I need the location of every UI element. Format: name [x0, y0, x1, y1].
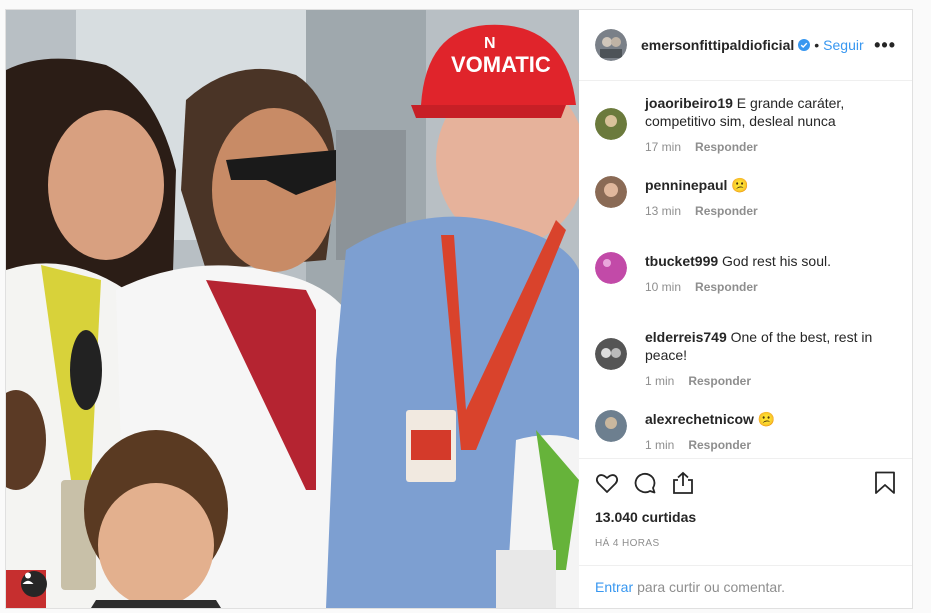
reply-button[interactable]: Responder — [688, 374, 751, 388]
comment-meta: 1 min Responder — [645, 374, 898, 388]
comment-username[interactable]: elderreis749 — [645, 329, 727, 345]
separator-dot: • — [814, 37, 820, 53]
bookmark-icon[interactable] — [874, 471, 896, 495]
comment-username[interactable]: penninepaul — [645, 177, 727, 193]
user-tag-icon[interactable] — [21, 571, 47, 597]
commenter-avatar[interactable] — [595, 338, 627, 370]
reply-button[interactable]: Responder — [695, 204, 758, 218]
post-timestamp: HÁ 4 HORAS — [595, 538, 660, 549]
cap-logo: VOMATIC — [451, 52, 551, 77]
likes-count[interactable]: 13.040 curtidas — [595, 509, 896, 525]
login-prompt: Entrar para curtir ou comentar. — [579, 565, 912, 608]
like-icon[interactable] — [595, 471, 619, 495]
comment-time: 17 min — [645, 140, 682, 154]
post-actions: 13.040 curtidas HÁ 4 HORAS — [579, 458, 912, 549]
action-icons — [595, 469, 896, 497]
post-sidebar: emersonfittipaldioficial • Seguir ••• jo… — [579, 10, 912, 608]
instagram-post: VOMATIC N emersonfittipaldioficial • Seg… — [5, 9, 913, 609]
comment-username[interactable]: joaoribeiro19 — [645, 95, 733, 111]
comment-time: 13 min — [645, 204, 682, 218]
comment-time: 10 min — [645, 280, 682, 294]
comment-item: joaoribeiro19 E grande caráter, competit… — [579, 94, 912, 154]
follow-button[interactable]: Seguir — [823, 37, 863, 53]
commenter-avatar[interactable] — [595, 252, 627, 284]
comment-time: 1 min — [645, 374, 675, 388]
comment-text: joaoribeiro19 E grande caráter, competit… — [645, 95, 845, 129]
comment-item: elderreis749 One of the best, rest in pe… — [579, 328, 912, 388]
comment-meta: 13 min Responder — [645, 204, 898, 218]
share-icon[interactable] — [671, 471, 695, 495]
comment-meta: 17 min Responder — [645, 140, 898, 154]
comment-meta: 10 min Responder — [645, 280, 898, 294]
login-prompt-text: para curtir ou comentar. — [637, 579, 785, 595]
more-options-icon[interactable]: ••• — [874, 35, 896, 56]
photo-illustration: VOMATIC N — [6, 10, 579, 608]
comment-text: alexrechetnicow 😕 — [645, 411, 776, 427]
commenter-avatar[interactable] — [595, 176, 627, 208]
comments-list[interactable]: joaoribeiro19 E grande caráter, competit… — [579, 82, 912, 458]
post-photo[interactable]: VOMATIC N — [6, 10, 579, 608]
login-link[interactable]: Entrar — [595, 579, 633, 595]
comment-text: tbucket999 God rest his soul. — [645, 253, 831, 269]
post-header: emersonfittipaldioficial • Seguir ••• — [579, 10, 912, 81]
comment-item: penninepaul 😕 13 min Responder — [579, 176, 912, 218]
cap-letter: N — [484, 35, 496, 52]
comment-meta: 1 min Responder — [645, 438, 898, 452]
reply-button[interactable]: Responder — [695, 280, 758, 294]
commenter-avatar[interactable] — [595, 410, 627, 442]
reply-button[interactable]: Responder — [688, 438, 751, 452]
comment-item: tbucket999 God rest his soul. 10 min Resp… — [579, 252, 912, 294]
author-username[interactable]: emersonfittipaldioficial — [641, 37, 794, 53]
comment-text: elderreis749 One of the best, rest in pe… — [645, 329, 873, 363]
comment-item: alexrechetnicow 😕 1 min Responder — [579, 410, 912, 452]
comment-text: penninepaul 😕 — [645, 177, 749, 193]
comment-username[interactable]: tbucket999 — [645, 253, 718, 269]
commenter-avatar[interactable] — [595, 108, 627, 140]
author-avatar[interactable] — [595, 29, 627, 61]
verified-icon — [798, 39, 811, 51]
comment-icon[interactable] — [633, 471, 657, 495]
comment-time: 1 min — [645, 438, 675, 452]
comment-username[interactable]: alexrechetnicow — [645, 411, 754, 427]
reply-button[interactable]: Responder — [695, 140, 758, 154]
